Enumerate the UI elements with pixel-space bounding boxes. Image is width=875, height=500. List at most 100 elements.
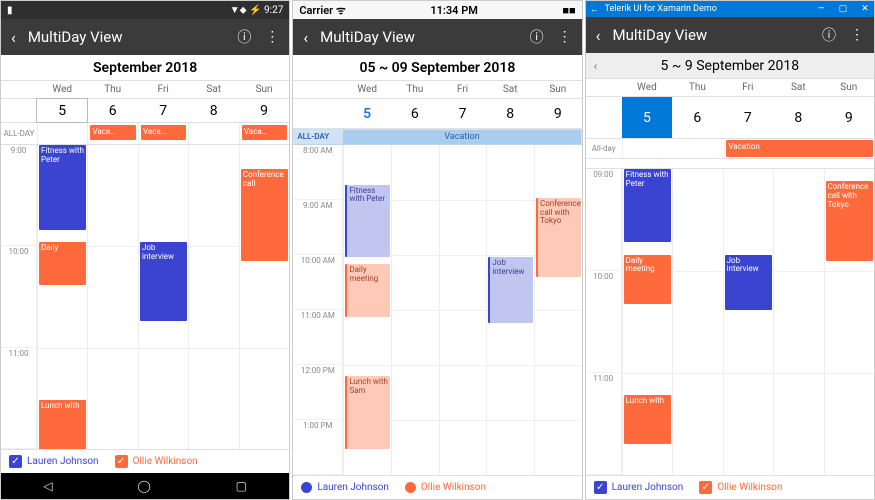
time-label: 8:00 AM bbox=[293, 145, 342, 200]
allday-event[interactable]: Vaca... bbox=[90, 125, 135, 140]
day-cell[interactable]: 5 bbox=[343, 99, 391, 128]
calendar-event[interactable]: Lunch with bbox=[624, 395, 671, 444]
page-title: MultiDay View bbox=[612, 26, 808, 44]
checkbox-icon[interactable]: ✓ bbox=[699, 481, 712, 494]
back-icon[interactable]: ‹ bbox=[596, 26, 601, 45]
time-label: 11:00 AM bbox=[293, 310, 342, 365]
day-cell[interactable]: 7 bbox=[723, 97, 773, 138]
calendar-event[interactable]: Conference call with Tokyo bbox=[826, 181, 873, 261]
back-icon[interactable]: ‹ bbox=[11, 28, 16, 47]
ios-status-bar: Carrier ᯤ 11:34 PM ■■ bbox=[293, 1, 581, 19]
calendar-event[interactable]: Fitness with Peter bbox=[624, 169, 671, 242]
day-column[interactable]: Fitness with Peter Daily meeting Lunch wit… bbox=[622, 169, 672, 475]
day-column[interactable]: Conference call with Tokyo bbox=[824, 169, 874, 475]
nav-recent-icon[interactable]: ▢ bbox=[236, 479, 247, 493]
calendar-event[interactable]: Lunch with Sam bbox=[345, 376, 390, 449]
calendar-event[interactable]: Daily meeting bbox=[624, 255, 671, 304]
day-cell[interactable]: 6 bbox=[391, 99, 439, 128]
android-status-bar: ▮ ▼⬥ ⚡ 9:27 bbox=[1, 1, 289, 19]
back-icon[interactable]: ‹ bbox=[303, 28, 308, 47]
legend: ✓Lauren Johnson ✓Ollie Wilkinson bbox=[586, 475, 874, 499]
allday-event[interactable]: Vacation bbox=[726, 140, 873, 157]
month-header: September 2018 bbox=[1, 55, 289, 81]
day-column[interactable]: Conference call bbox=[239, 145, 289, 449]
day-column[interactable]: Job interview bbox=[723, 169, 773, 475]
info-icon[interactable]: ⓘ bbox=[530, 27, 544, 47]
day-column[interactable] bbox=[391, 145, 439, 475]
time-label: 9:00 bbox=[1, 145, 36, 246]
day-cell[interactable]: 5 bbox=[622, 97, 672, 138]
allday-row: All-day Vacation bbox=[586, 139, 874, 159]
calendar-event[interactable]: Daily meeting bbox=[345, 264, 390, 317]
day-cell[interactable]: 6 bbox=[87, 99, 137, 122]
day-cell[interactable]: 9 bbox=[534, 99, 582, 128]
legend-item[interactable]: Ollie Wilkinson bbox=[405, 482, 486, 493]
time-grid[interactable]: 9:0010:0011:00 Fitness with PeterDailyLu… bbox=[1, 145, 289, 449]
day-cell[interactable]: 6 bbox=[672, 97, 722, 138]
time-grid[interactable]: 8:00 AM9:00 AM10:00 AM11:00 AM12:00 PM1:… bbox=[293, 145, 581, 475]
checkbox-icon[interactable]: ✓ bbox=[594, 481, 607, 494]
range-header: ‹ 5 ~ 9 September 2018 bbox=[586, 53, 874, 79]
menu-icon[interactable]: ⋮ bbox=[265, 29, 279, 45]
calendar-event[interactable]: Fitness with Peter bbox=[345, 185, 390, 258]
calendar-event[interactable]: Job interview bbox=[488, 257, 533, 323]
time-label: 10:00 bbox=[586, 271, 621, 373]
legend-item[interactable]: ✓Ollie Wilkinson bbox=[699, 481, 782, 494]
checkbox-icon[interactable]: ✓ bbox=[9, 455, 22, 468]
calendar-event[interactable]: Fitness with Peter bbox=[39, 145, 86, 230]
calendar-event[interactable]: Job interview bbox=[725, 255, 772, 310]
day-column[interactable] bbox=[672, 169, 722, 475]
day-column[interactable]: Fitness with Peter Daily Lunch with bbox=[37, 145, 87, 449]
windows-panel: ← Telerik UI for Xamarin Demo — ▢ ✕ ‹ Mu… bbox=[585, 0, 875, 500]
day-cell[interactable]: 7 bbox=[439, 99, 487, 128]
page-title: MultiDay View bbox=[320, 28, 516, 46]
day-cell[interactable]: 8 bbox=[773, 97, 823, 138]
time-grid[interactable]: 09:0010:0011:00 Fitness with PeterDaily … bbox=[586, 169, 874, 475]
day-column[interactable]: Fitness with Peter Daily meeting Lunch wit… bbox=[343, 145, 391, 475]
day-numbers: 5 6 7 8 9 bbox=[293, 99, 581, 129]
day-column[interactable]: Job interview bbox=[486, 145, 534, 475]
maximize-icon[interactable]: ▢ bbox=[838, 4, 848, 14]
day-numbers: 5 6 7 8 9 bbox=[586, 97, 874, 139]
calendar-event[interactable]: Daily bbox=[39, 242, 86, 285]
legend-item[interactable]: ✓Lauren Johnson bbox=[594, 481, 684, 494]
calendar-event[interactable]: Conference call bbox=[241, 169, 288, 260]
day-column[interactable] bbox=[188, 145, 238, 449]
allday-event[interactable]: Vacation bbox=[343, 130, 580, 144]
day-column[interactable] bbox=[87, 145, 137, 449]
day-column[interactable] bbox=[439, 145, 487, 475]
legend-item[interactable]: ✓Ollie Wilkinson bbox=[115, 455, 198, 468]
window-back-icon[interactable]: ← bbox=[590, 4, 599, 15]
app-bar: ‹ MultiDay View ⓘ ⋮ bbox=[293, 19, 581, 55]
time-label: 10:00 bbox=[1, 246, 36, 347]
legend: Lauren Johnson Ollie Wilkinson bbox=[293, 475, 581, 499]
app-bar: ‹ MultiDay View ⓘ ⋮ bbox=[586, 17, 874, 53]
day-cell[interactable]: 8 bbox=[486, 99, 534, 128]
day-column[interactable] bbox=[773, 169, 823, 475]
close-icon[interactable]: ✕ bbox=[860, 4, 870, 14]
calendar-event[interactable]: Lunch with bbox=[39, 400, 86, 449]
nav-home-icon[interactable]: ◯ bbox=[137, 479, 150, 493]
menu-icon[interactable]: ⋮ bbox=[558, 29, 572, 45]
allday-event[interactable]: Vaca... bbox=[141, 125, 186, 140]
calendar-event[interactable]: Job interview bbox=[140, 242, 187, 321]
calendar-event[interactable]: Conference call with Tokyo bbox=[536, 198, 581, 277]
day-cell[interactable]: 9 bbox=[824, 97, 874, 138]
allday-event[interactable]: Vaca... bbox=[242, 125, 287, 140]
day-cell[interactable]: 8 bbox=[188, 99, 238, 122]
info-icon[interactable]: ⓘ bbox=[237, 27, 251, 47]
day-cell[interactable]: 9 bbox=[239, 99, 289, 122]
info-icon[interactable]: ⓘ bbox=[822, 25, 836, 45]
day-column[interactable]: Job interview bbox=[138, 145, 188, 449]
legend-item[interactable]: ✓Lauren Johnson bbox=[9, 455, 99, 468]
minimize-icon[interactable]: — bbox=[816, 4, 826, 14]
menu-icon[interactable]: ⋮ bbox=[850, 27, 864, 43]
day-column[interactable]: Conference call with Tokyo bbox=[534, 145, 582, 475]
day-cell[interactable]: 7 bbox=[138, 99, 188, 122]
chevron-left-icon[interactable]: ‹ bbox=[594, 59, 598, 73]
legend-item[interactable]: Lauren Johnson bbox=[301, 482, 389, 493]
nav-back-icon[interactable]: ◁ bbox=[43, 479, 52, 493]
dot-icon bbox=[301, 482, 312, 493]
checkbox-icon[interactable]: ✓ bbox=[115, 455, 128, 468]
day-cell[interactable]: 5 bbox=[37, 99, 87, 122]
